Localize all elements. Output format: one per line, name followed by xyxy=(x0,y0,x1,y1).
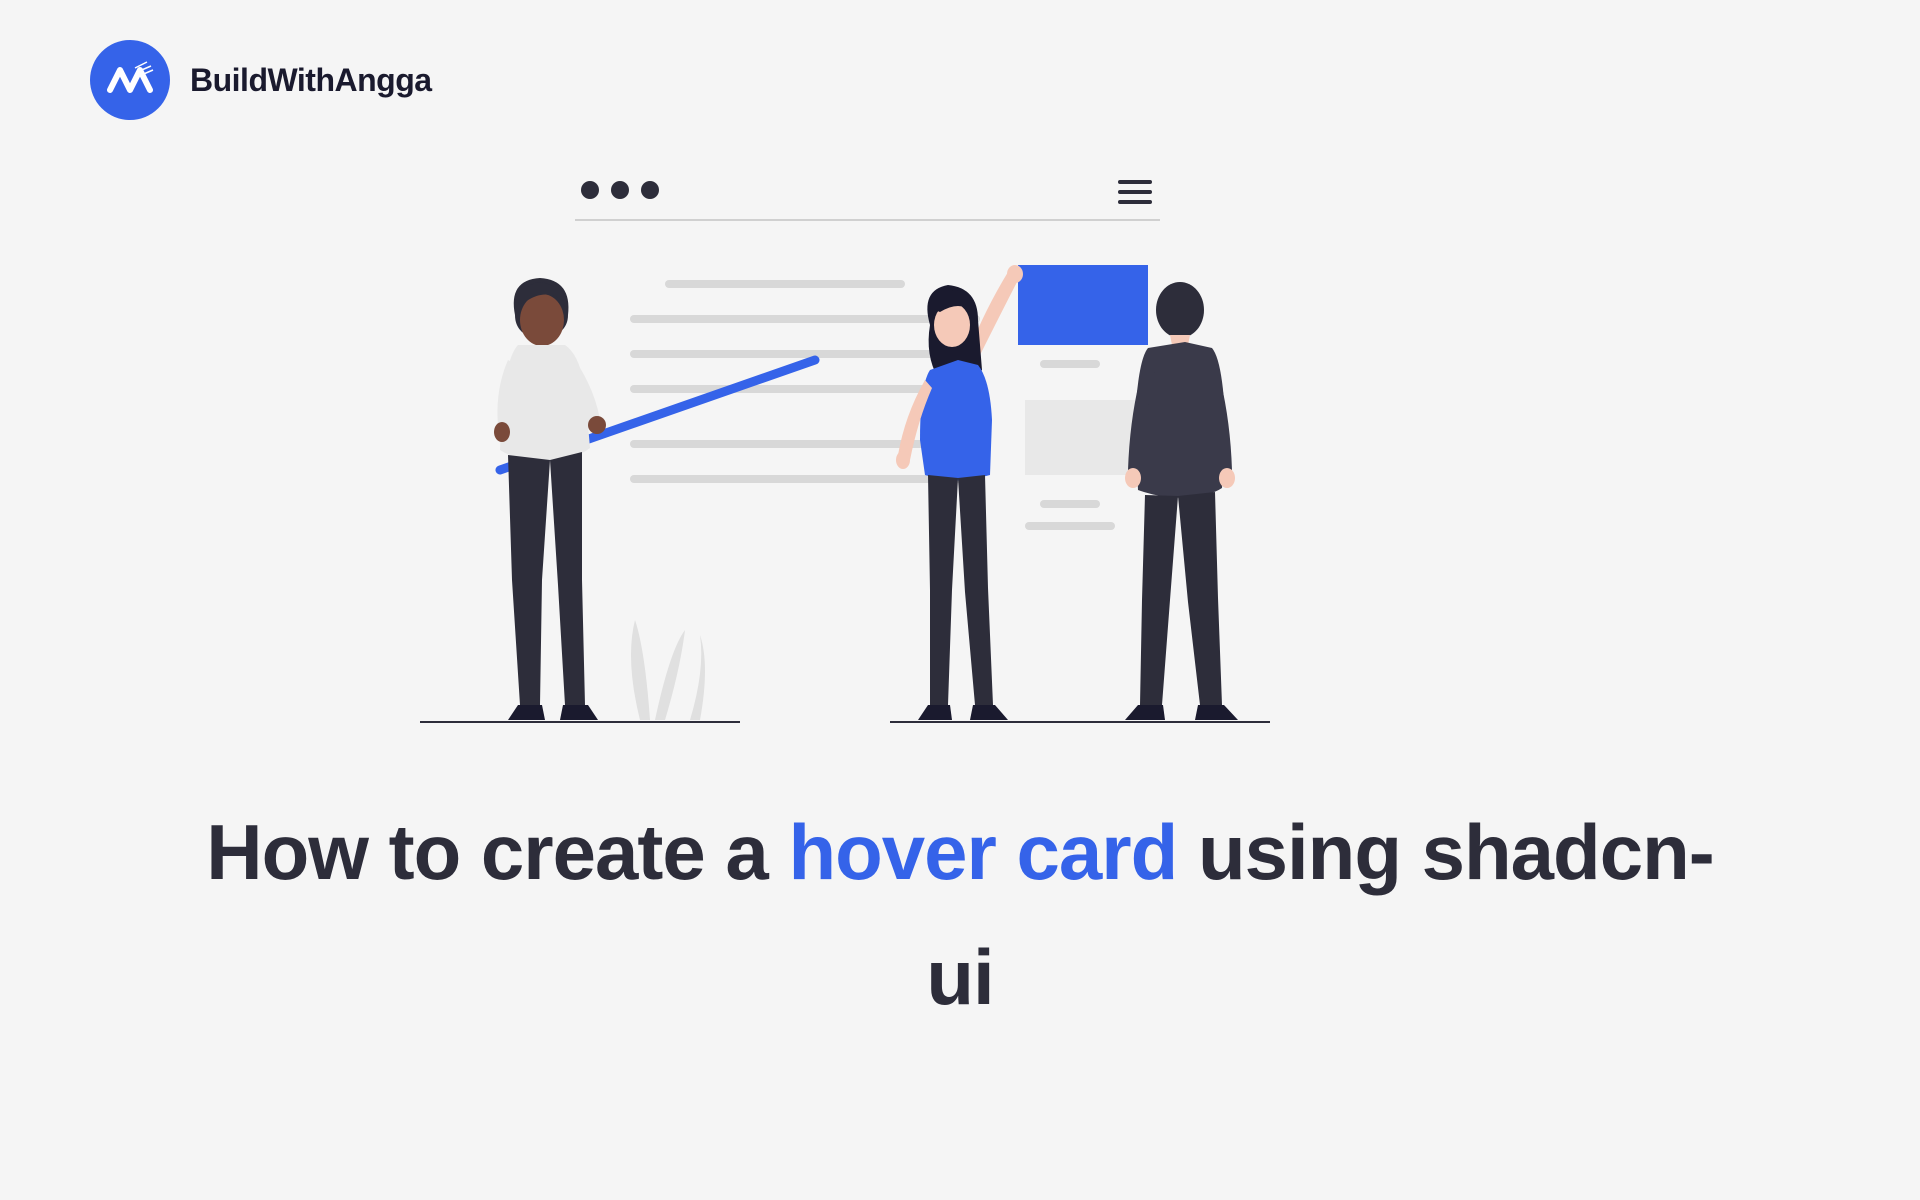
person-middle-icon xyxy=(896,265,1023,720)
brand-header: BuildWithAngga xyxy=(90,40,432,120)
brand-logo-icon xyxy=(90,40,170,120)
person-right-icon xyxy=(1125,282,1238,720)
browser-wireframe-icon xyxy=(575,181,1160,530)
title-accent: hover card xyxy=(788,808,1177,896)
page-title-area: How to create a hover card using shadcn-… xyxy=(0,790,1920,1040)
brand-name: BuildWithAngga xyxy=(190,62,432,99)
title-part-1: How to create a xyxy=(206,808,788,896)
hero-illustration xyxy=(400,160,1500,740)
page-title: How to create a hover card using shadcn-… xyxy=(200,790,1720,1040)
person-left-icon xyxy=(494,278,815,720)
plant-icon xyxy=(631,620,705,720)
